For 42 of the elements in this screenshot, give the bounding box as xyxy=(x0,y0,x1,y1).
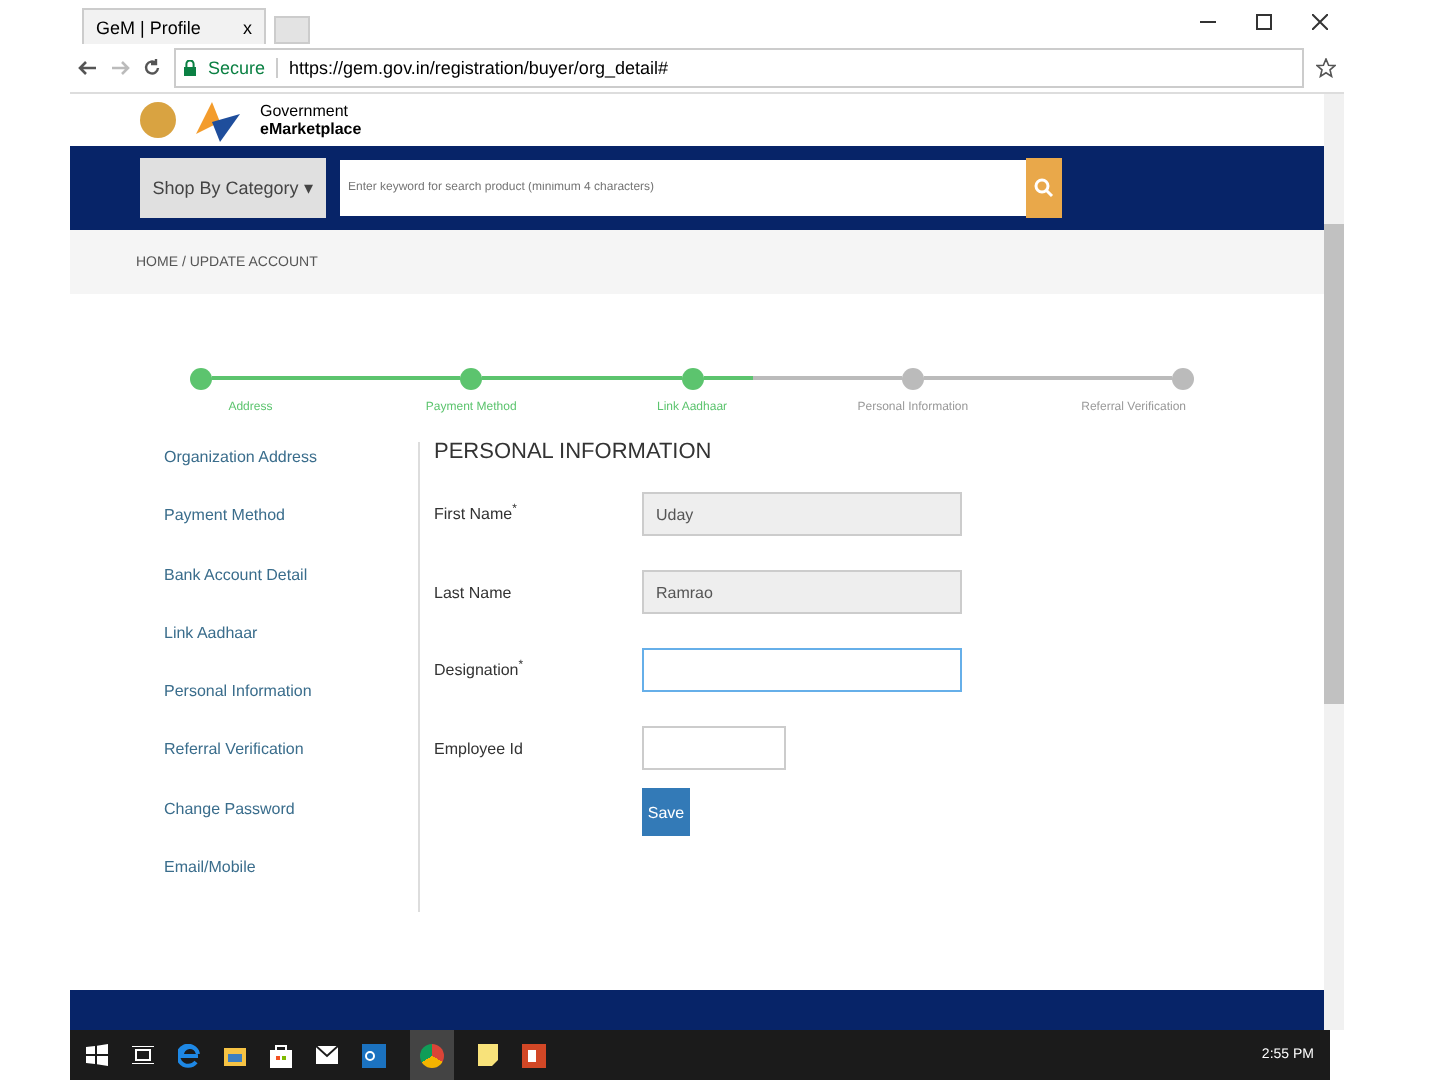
input-field[interactable] xyxy=(642,648,962,692)
browser-icon[interactable] xyxy=(178,1043,200,1067)
back-icon[interactable] xyxy=(78,58,98,78)
sidebar-link[interactable]: Link Aadhaar xyxy=(164,617,418,676)
bag-icon[interactable] xyxy=(270,1043,292,1067)
slides-icon[interactable] xyxy=(522,1043,546,1067)
field-label: Employee Id xyxy=(434,739,525,757)
emblem-icon xyxy=(140,102,176,138)
sidebar-link[interactable]: Organization Address xyxy=(164,442,418,501)
note-icon[interactable] xyxy=(478,1044,498,1066)
category-button[interactable]: Shop By Category ▾ xyxy=(140,158,326,218)
reload-icon[interactable] xyxy=(142,58,162,78)
mail-icon[interactable] xyxy=(316,1046,338,1064)
sidebar-link[interactable]: Payment Method xyxy=(164,500,418,559)
sidebar-link[interactable]: Personal Information xyxy=(164,676,418,735)
browser-icon xyxy=(420,1043,444,1067)
section-title: PERSONAL INFORMATION xyxy=(434,440,714,464)
sidebar-link[interactable]: Email/Mobile xyxy=(164,851,418,910)
sidebar-link[interactable]: Bank Account Detail xyxy=(164,559,418,618)
close-icon[interactable] xyxy=(1312,14,1328,30)
browser-tab[interactable]: GeM | Profile x xyxy=(82,8,266,44)
sidebar-link[interactable]: Referral Verification xyxy=(164,734,418,793)
save-button[interactable]: Save xyxy=(642,788,690,836)
logo-icon xyxy=(192,98,244,142)
address-bar[interactable]: Secure https://gem.gov.in/registration/buyer/org_detail# xyxy=(174,48,1304,88)
taskbar-button[interactable] xyxy=(410,1030,454,1080)
scrollbar[interactable] xyxy=(1324,94,1344,1030)
lock-icon xyxy=(184,60,196,76)
star-icon[interactable] xyxy=(1316,58,1336,78)
sidebar-link[interactable]: Change Password xyxy=(164,793,418,852)
task-view-icon[interactable] xyxy=(132,1046,154,1064)
field-label: First Name$^{*}$ xyxy=(434,504,519,524)
logo-text: eMarketplace xyxy=(260,120,362,138)
logo-text: Government xyxy=(260,102,351,120)
windows-icon[interactable] xyxy=(86,1044,108,1066)
field-label: Designation$^{*}$ xyxy=(434,660,526,680)
search-icon xyxy=(1034,178,1054,198)
maximize-icon[interactable] xyxy=(1256,14,1272,30)
input-field[interactable] xyxy=(642,726,786,770)
field-label: Last Name xyxy=(434,583,514,601)
outlook-icon[interactable] xyxy=(362,1043,386,1067)
folder-icon[interactable] xyxy=(224,1045,246,1065)
